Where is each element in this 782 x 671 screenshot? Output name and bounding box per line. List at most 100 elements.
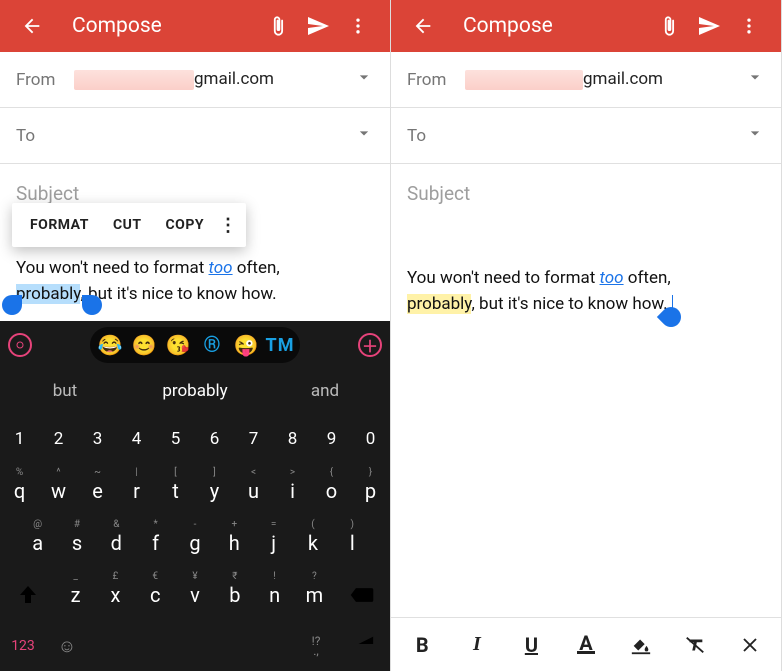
back-icon[interactable] bbox=[12, 6, 52, 46]
appbar-title: Compose bbox=[72, 14, 258, 38]
subject-field[interactable]: Subject bbox=[391, 164, 781, 225]
key-d[interactable]: &d bbox=[97, 517, 136, 569]
to-label: To bbox=[16, 126, 74, 146]
from-dropdown-icon[interactable] bbox=[745, 67, 765, 92]
key-4[interactable]: 4 bbox=[117, 413, 156, 465]
key-8[interactable]: 8 bbox=[273, 413, 312, 465]
emoji-smile[interactable]: 😊 bbox=[130, 331, 158, 359]
from-dropdown-icon[interactable] bbox=[354, 67, 374, 92]
shift-key[interactable] bbox=[0, 569, 56, 621]
key-j[interactable]: =j bbox=[254, 517, 293, 569]
key-0[interactable]: 0 bbox=[351, 413, 390, 465]
key-x[interactable]: £x bbox=[96, 569, 136, 621]
to-expand-icon[interactable] bbox=[354, 123, 374, 148]
suggestion-right[interactable]: and bbox=[260, 381, 390, 401]
appbar: Compose bbox=[391, 0, 781, 52]
key-c[interactable]: €c bbox=[135, 569, 175, 621]
key-r[interactable]: |r bbox=[117, 465, 156, 517]
emoji-nav-left-icon[interactable] bbox=[8, 333, 32, 357]
copy-menu-item[interactable]: COPY bbox=[154, 217, 217, 233]
overflow-icon[interactable] bbox=[338, 6, 378, 46]
clear-format-button[interactable] bbox=[675, 625, 715, 665]
text-context-menu: FORMAT CUT COPY ⋮ bbox=[12, 203, 246, 247]
key-u[interactable]: <u bbox=[234, 465, 273, 517]
key-k[interactable]: (k bbox=[293, 517, 332, 569]
compose-body[interactable]: You won't need to format too often, prob… bbox=[391, 255, 781, 317]
from-value: gmail.com bbox=[465, 69, 745, 90]
emoji-toggle-key[interactable]: ☺ bbox=[46, 636, 88, 657]
overflow-icon[interactable] bbox=[729, 6, 769, 46]
key-row-3: _z£x€c¥v₹b!n?m bbox=[0, 569, 390, 621]
key-o[interactable]: {o bbox=[312, 465, 351, 517]
attach-icon[interactable] bbox=[649, 6, 689, 46]
key-9[interactable]: 9 bbox=[312, 413, 351, 465]
close-format-button[interactable] bbox=[730, 625, 770, 665]
key-7[interactable]: 7 bbox=[234, 413, 273, 465]
key-5[interactable]: 5 bbox=[156, 413, 195, 465]
key-e[interactable]: ~e bbox=[78, 465, 117, 517]
formatted-word-too: too bbox=[209, 258, 233, 278]
key-n[interactable]: !n bbox=[255, 569, 295, 621]
emoji-add-icon[interactable]: ＋ bbox=[358, 333, 382, 357]
compose-body[interactable]: You won't need to format too often, prob… bbox=[0, 245, 390, 307]
key-m[interactable]: ?m bbox=[295, 569, 335, 621]
to-expand-icon[interactable] bbox=[745, 123, 765, 148]
key-6[interactable]: 6 bbox=[195, 413, 234, 465]
key-i[interactable]: >i bbox=[273, 465, 312, 517]
emoji-trademark[interactable]: TM bbox=[266, 331, 294, 359]
fill-color-button[interactable] bbox=[621, 625, 661, 665]
key-f[interactable]: *f bbox=[136, 517, 175, 569]
key-z[interactable]: _z bbox=[56, 569, 96, 621]
from-label: From bbox=[16, 70, 74, 90]
key-h[interactable]: +h bbox=[215, 517, 254, 569]
numeric-toggle-key[interactable]: 123 bbox=[0, 638, 46, 654]
emoji-registered[interactable]: ® bbox=[198, 331, 226, 359]
key-v[interactable]: ¥v bbox=[175, 569, 215, 621]
key-t[interactable]: [t bbox=[156, 465, 195, 517]
key-s[interactable]: #s bbox=[57, 517, 96, 569]
underline-button[interactable]: U bbox=[511, 625, 551, 665]
bold-button[interactable]: B bbox=[402, 625, 442, 665]
from-field[interactable]: From gmail.com bbox=[391, 52, 781, 108]
key-row-bottom: 123 ☺ !? ., bbox=[0, 621, 390, 671]
selected-text: probably bbox=[16, 284, 80, 304]
suggestion-center[interactable]: probably bbox=[130, 381, 260, 401]
key-y[interactable]: ]y bbox=[195, 465, 234, 517]
to-field[interactable]: To bbox=[0, 108, 390, 164]
emoji-wink[interactable]: 😜 bbox=[232, 331, 260, 359]
cut-menu-item[interactable]: CUT bbox=[101, 217, 154, 233]
context-menu-more-icon[interactable]: ⋮ bbox=[216, 215, 240, 236]
backspace-key[interactable] bbox=[334, 569, 390, 621]
to-field[interactable]: To bbox=[391, 108, 781, 164]
italic-button[interactable]: I bbox=[457, 625, 497, 665]
format-menu-item[interactable]: FORMAT bbox=[18, 217, 101, 233]
key-w[interactable]: ^w bbox=[39, 465, 78, 517]
send-icon[interactable] bbox=[298, 6, 338, 46]
punctuation-key[interactable]: !? ., bbox=[294, 636, 338, 656]
to-label: To bbox=[407, 126, 465, 146]
emoji-joy[interactable]: 😂 bbox=[96, 331, 124, 359]
highlighted-text: probably bbox=[407, 294, 471, 314]
key-g[interactable]: -g bbox=[175, 517, 214, 569]
key-l[interactable]: )l bbox=[333, 517, 372, 569]
suggestion-row: but probably and bbox=[0, 369, 390, 413]
from-field[interactable]: From gmail.com bbox=[0, 52, 390, 108]
key-1[interactable]: 1 bbox=[0, 413, 39, 465]
send-icon[interactable] bbox=[689, 6, 729, 46]
text-color-button[interactable]: A bbox=[566, 625, 606, 665]
key-b[interactable]: ₹b bbox=[215, 569, 255, 621]
attach-icon[interactable] bbox=[258, 6, 298, 46]
enter-key[interactable] bbox=[338, 633, 390, 659]
emoji-kiss[interactable]: 😘 bbox=[164, 331, 192, 359]
suggestion-left[interactable]: but bbox=[0, 381, 130, 401]
appbar: Compose bbox=[0, 0, 390, 52]
key-3[interactable]: 3 bbox=[78, 413, 117, 465]
selection-handle-end[interactable] bbox=[82, 295, 102, 315]
from-value: gmail.com bbox=[74, 69, 354, 90]
key-2[interactable]: 2 bbox=[39, 413, 78, 465]
key-p[interactable]: }p bbox=[351, 465, 390, 517]
selection-handle-start[interactable] bbox=[2, 295, 22, 315]
key-q[interactable]: %q bbox=[0, 465, 39, 517]
back-icon[interactable] bbox=[403, 6, 443, 46]
key-a[interactable]: @a bbox=[18, 517, 57, 569]
